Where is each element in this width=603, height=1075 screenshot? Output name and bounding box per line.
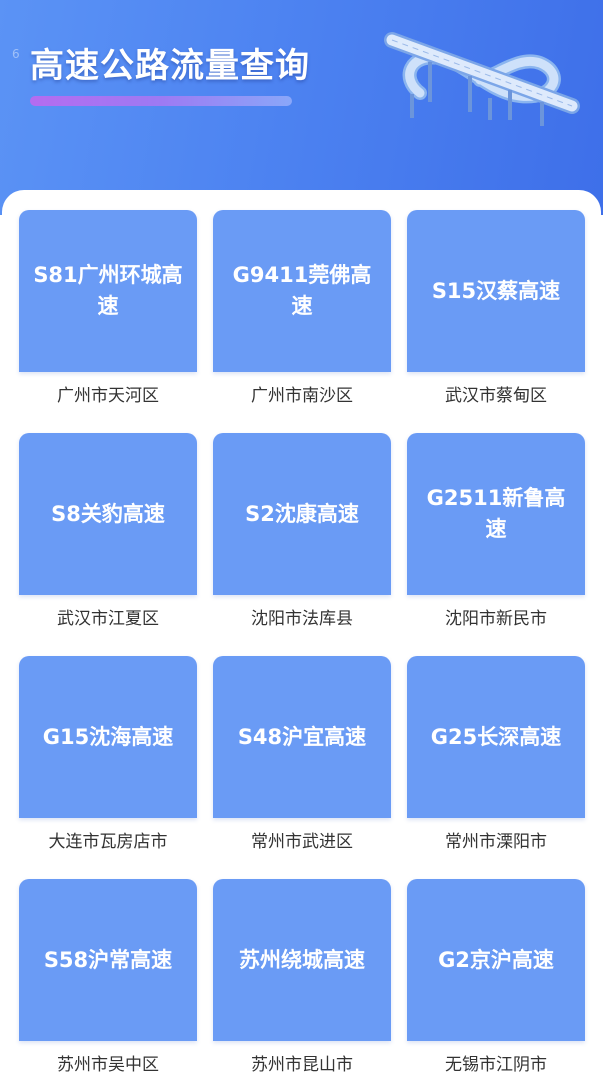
road-name: 苏州绕城高速 — [239, 947, 365, 972]
road-card[interactable]: G25长深高速 — [407, 656, 585, 818]
road-item[interactable]: S15汉蔡高速 武汉市蔡甸区 — [407, 210, 585, 418]
road-card[interactable]: S48沪宜高速 — [213, 656, 391, 818]
road-name: G15沈海高速 — [42, 724, 174, 749]
road-card[interactable]: S58沪常高速 — [19, 879, 197, 1041]
road-name: G9411莞佛高速 — [232, 263, 372, 318]
road-name: S15汉蔡高速 — [431, 278, 561, 303]
road-location: 常州市武进区 — [251, 832, 353, 852]
road-name: S2沈康高速 — [245, 501, 359, 526]
road-item[interactable]: S58沪常高速 苏州市吴中区 — [19, 879, 197, 1075]
road-item[interactable]: G25长深高速 常州市溧阳市 — [407, 656, 585, 864]
road-location: 无锡市江阴市 — [445, 1055, 547, 1075]
road-grid: S81广州环城高速 广州市天河区 G9411莞佛高速 广州市南沙区 S15汉蔡高… — [0, 0, 603, 1075]
road-name: G2511新鲁高速 — [426, 486, 566, 541]
road-location: 苏州市昆山市 — [251, 1055, 353, 1075]
road-name: S8关豹高速 — [51, 501, 165, 526]
road-card[interactable]: 苏州绕城高速 — [213, 879, 391, 1041]
road-card[interactable]: S8关豹高速 — [19, 433, 197, 595]
road-name: S48沪宜高速 — [237, 724, 367, 749]
road-location: 沈阳市法库县 — [251, 609, 353, 629]
road-item[interactable]: G2511新鲁高速 沈阳市新民市 — [407, 433, 585, 641]
road-location: 沈阳市新民市 — [445, 609, 547, 629]
road-item[interactable]: G9411莞佛高速 广州市南沙区 — [213, 210, 391, 418]
road-card[interactable]: S15汉蔡高速 — [407, 210, 585, 372]
road-card[interactable]: G2511新鲁高速 — [407, 433, 585, 595]
road-location: 武汉市江夏区 — [57, 609, 159, 629]
road-item[interactable]: S8关豹高速 武汉市江夏区 — [19, 433, 197, 641]
road-location: 大连市瓦房店市 — [48, 832, 168, 852]
road-name: G2京沪高速 — [438, 947, 554, 972]
road-item[interactable]: S48沪宜高速 常州市武进区 — [213, 656, 391, 864]
road-card[interactable]: G15沈海高速 — [19, 656, 197, 818]
road-location: 广州市南沙区 — [251, 386, 353, 406]
road-card[interactable]: S81广州环城高速 — [19, 210, 197, 372]
road-location: 广州市天河区 — [57, 386, 159, 406]
road-item[interactable]: S2沈康高速 沈阳市法库县 — [213, 433, 391, 641]
road-item[interactable]: G15沈海高速 大连市瓦房店市 — [19, 656, 197, 864]
road-card[interactable]: S2沈康高速 — [213, 433, 391, 595]
road-item[interactable]: G2京沪高速 无锡市江阴市 — [407, 879, 585, 1075]
road-card[interactable]: G9411莞佛高速 — [213, 210, 391, 372]
road-card[interactable]: G2京沪高速 — [407, 879, 585, 1041]
road-name: G25长深高速 — [430, 724, 562, 749]
road-location: 苏州市吴中区 — [57, 1055, 159, 1075]
road-item[interactable]: S81广州环城高速 广州市天河区 — [19, 210, 197, 418]
road-location: 武汉市蔡甸区 — [445, 386, 547, 406]
road-name: S81广州环城高速 — [33, 263, 183, 318]
road-item[interactable]: 苏州绕城高速 苏州市昆山市 — [213, 879, 391, 1075]
road-location: 常州市溧阳市 — [445, 832, 547, 852]
road-name: S58沪常高速 — [43, 947, 173, 972]
